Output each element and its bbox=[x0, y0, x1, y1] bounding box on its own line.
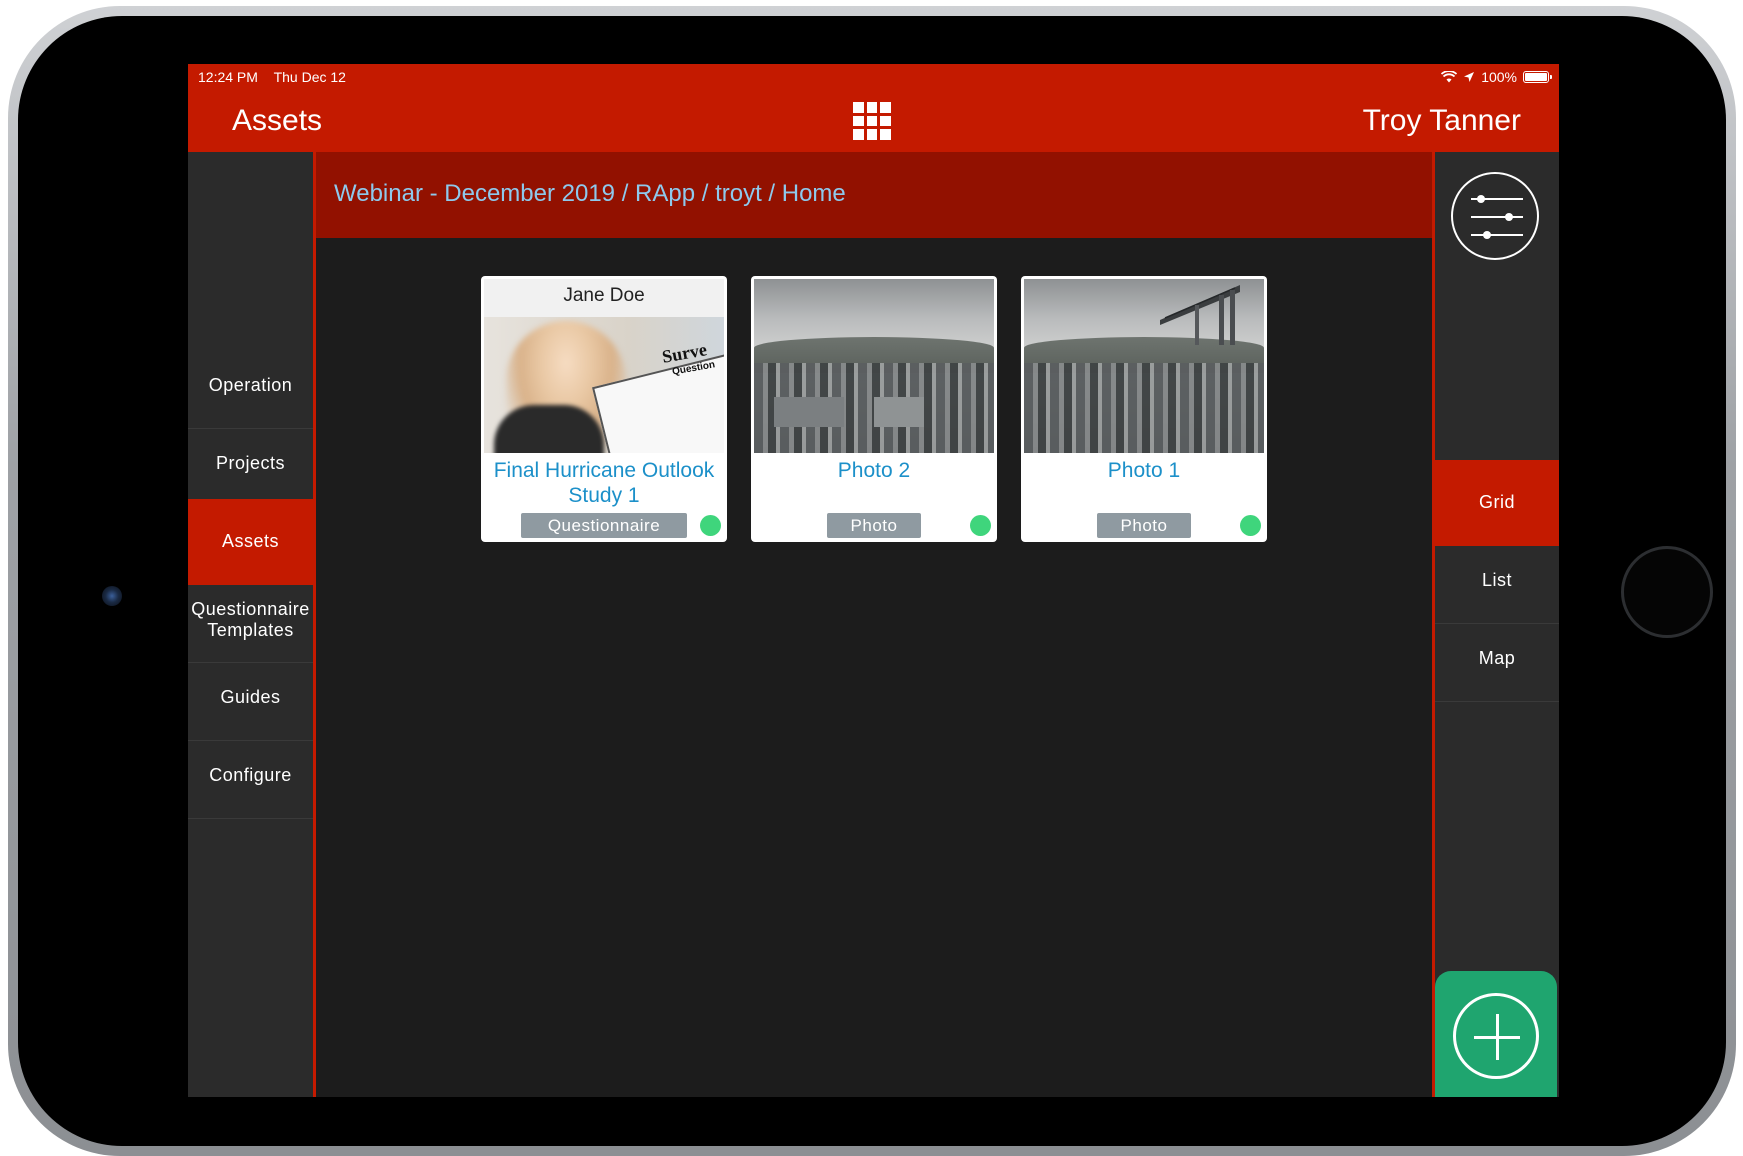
asset-type-badge: Questionnaire bbox=[521, 513, 687, 538]
grid-apps-icon[interactable] bbox=[853, 102, 891, 140]
status-indicator bbox=[700, 515, 721, 536]
battery-icon bbox=[1523, 71, 1552, 83]
asset-grid: Surve Question Jane Doe Final Hurricane … bbox=[316, 238, 1432, 1097]
asset-card-photo[interactable]: Photo 1 Photo bbox=[1021, 276, 1267, 542]
left-sidebar: Operation Projects Assets Questionnaire … bbox=[188, 152, 313, 1097]
sidebar-item-configure[interactable]: Configure bbox=[188, 733, 313, 819]
survey-photo bbox=[484, 317, 724, 453]
view-toggle-grid[interactable]: Grid bbox=[1435, 460, 1559, 546]
status-right: 100% bbox=[1441, 69, 1552, 85]
sidebar-item-projects[interactable]: Projects bbox=[188, 421, 313, 507]
sidebar-item-assets[interactable]: Assets bbox=[188, 499, 313, 585]
status-indicator bbox=[970, 515, 991, 536]
sidebar-item-operation[interactable]: Operation bbox=[188, 343, 313, 429]
status-indicator bbox=[1240, 515, 1261, 536]
asset-title: Photo 2 bbox=[837, 459, 911, 482]
asset-type-badge: Photo bbox=[1097, 513, 1191, 538]
asset-thumbnail bbox=[1024, 279, 1264, 453]
asset-card-questionnaire[interactable]: Surve Question Jane Doe Final Hurricane … bbox=[481, 276, 727, 542]
right-sidebar: Grid List Map bbox=[1435, 152, 1559, 1097]
page-title: Assets bbox=[232, 104, 323, 137]
view-toggle-map[interactable]: Map bbox=[1435, 616, 1559, 702]
asset-title: Final Hurricane Outlook Study 1 bbox=[493, 459, 715, 507]
user-name[interactable]: Troy Tanner bbox=[1363, 104, 1521, 138]
status-left: 12:24 PM Thu Dec 12 bbox=[198, 69, 358, 85]
asset-thumbnail: Surve Question Jane Doe bbox=[484, 279, 724, 453]
breadcrumb[interactable]: Webinar - December 2019 / RApp / troyt /… bbox=[334, 180, 846, 208]
breadcrumb-bar: Webinar - December 2019 / RApp / troyt /… bbox=[316, 152, 1432, 238]
home-button[interactable] bbox=[1621, 546, 1713, 638]
add-plus-icon bbox=[1453, 993, 1539, 1079]
thumbnail-header: Jane Doe bbox=[484, 279, 724, 317]
add-asset-button[interactable] bbox=[1435, 971, 1557, 1097]
location-arrow-icon bbox=[1464, 72, 1475, 82]
status-time: 12:24 PM bbox=[198, 69, 258, 85]
bridge-graphic bbox=[1160, 285, 1240, 345]
sidebar-item-guides[interactable]: Guides bbox=[188, 655, 313, 741]
wifi-icon bbox=[1441, 71, 1458, 83]
asset-thumbnail bbox=[754, 279, 994, 453]
respondent-name: Jane Doe bbox=[563, 285, 645, 306]
asset-card-photo[interactable]: Photo 2 Photo bbox=[751, 276, 997, 542]
view-toggle-list[interactable]: List bbox=[1435, 538, 1559, 624]
status-date: Thu Dec 12 bbox=[273, 69, 346, 85]
app-screen: 12:24 PM Thu Dec 12 100% Assets Troy Tan… bbox=[188, 64, 1559, 1097]
camera-icon bbox=[102, 586, 122, 606]
filter-sliders-icon[interactable] bbox=[1451, 172, 1539, 260]
nav-bar: Assets Troy Tanner bbox=[188, 90, 1559, 152]
asset-type-badge: Photo bbox=[827, 513, 921, 538]
status-bar: 12:24 PM Thu Dec 12 100% bbox=[188, 64, 1559, 90]
sidebar-item-questionnaire-templates[interactable]: Questionnaire Templates bbox=[188, 577, 313, 663]
asset-title: Photo 1 bbox=[1107, 459, 1181, 482]
battery-percent: 100% bbox=[1481, 69, 1517, 85]
